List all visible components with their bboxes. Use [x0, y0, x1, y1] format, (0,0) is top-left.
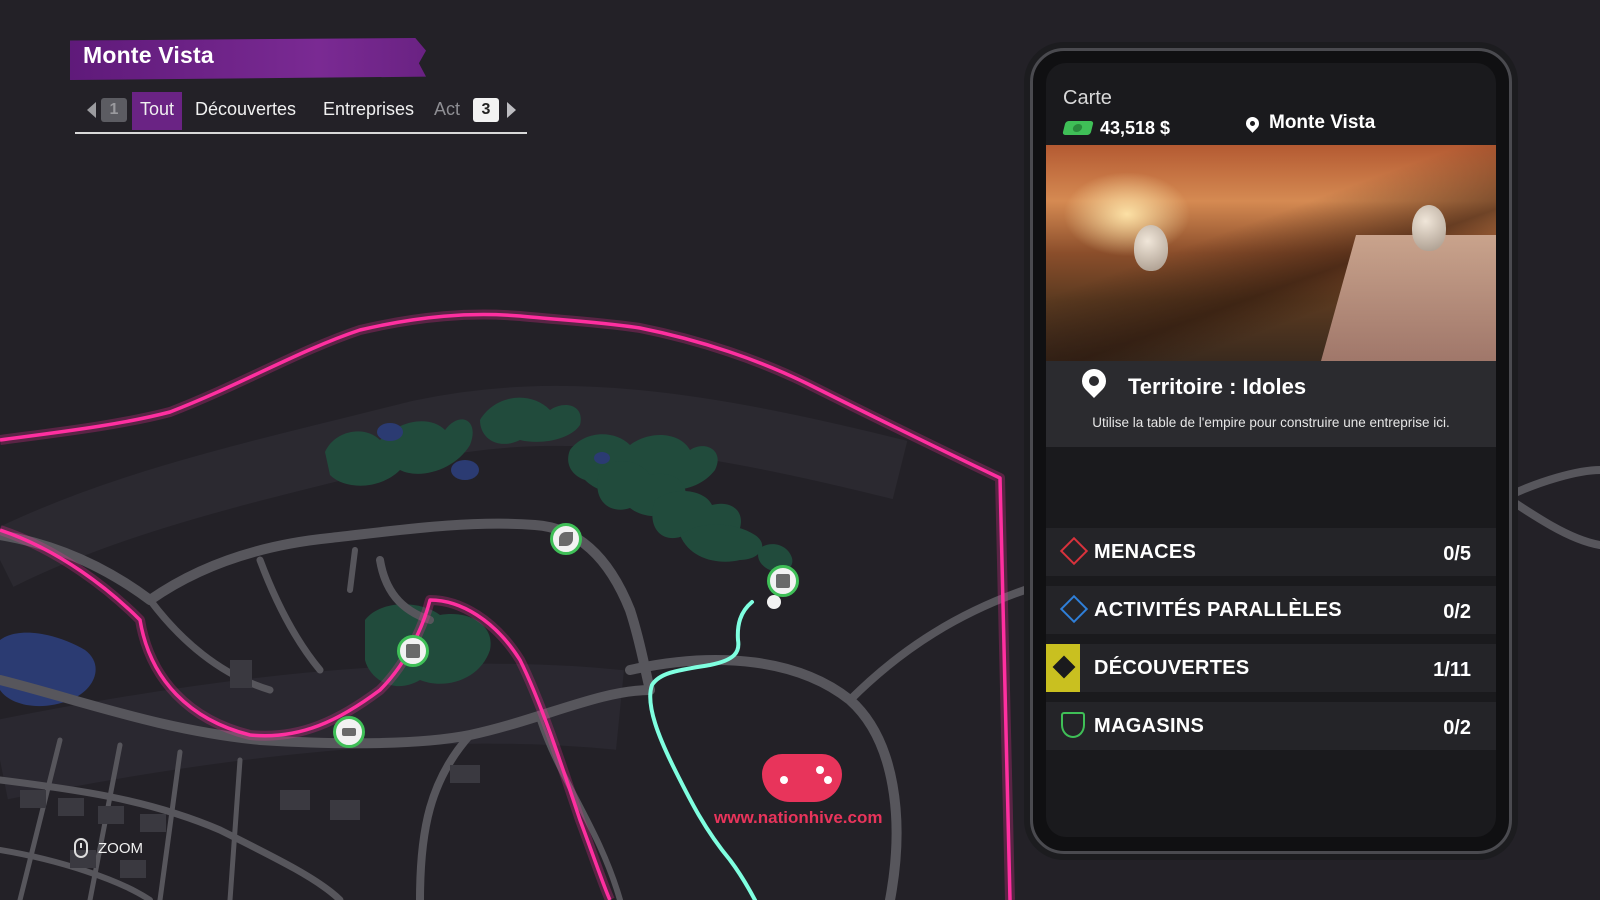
cash-icon	[1062, 121, 1094, 135]
district-title: Monte Vista	[83, 42, 214, 68]
category-label: ACTIVITÉS PARALLÈLES	[1094, 599, 1342, 621]
next-tab-key[interactable]: 3	[473, 98, 499, 122]
map-marker-shirt-icon[interactable]	[767, 565, 799, 597]
category-count: 0/2	[1443, 601, 1471, 623]
district-photo	[1046, 145, 1496, 361]
territory-card: Territoire : Idoles Utilise la table de …	[1046, 361, 1496, 447]
shield-icon	[1061, 712, 1085, 738]
app-title: Carte	[1063, 87, 1112, 109]
category-activites-paralleles[interactable]: ACTIVITÉS PARALLÈLES 0/2	[1046, 586, 1496, 634]
category-label: MAGASINS	[1094, 715, 1205, 737]
zoom-label: ZOOM	[98, 839, 143, 857]
tab-activites[interactable]: Act	[434, 92, 468, 130]
category-magasins[interactable]: MAGASINS 0/2	[1046, 702, 1496, 750]
mouse-icon	[74, 838, 88, 858]
territory-title: Territoire : Idoles	[1128, 374, 1307, 399]
category-count: 0/2	[1443, 717, 1471, 739]
map-marker-bird-icon[interactable]	[550, 523, 582, 555]
money-amount: 43,518 $	[1100, 117, 1171, 138]
category-count: 0/5	[1443, 543, 1471, 565]
prev-tab-key[interactable]: 1	[101, 98, 127, 122]
chevron-right-icon[interactable]	[507, 102, 516, 118]
phone-panel: Carte 43,518 $ Monte Vista Territoire : …	[1030, 48, 1512, 854]
territory-description: Utilise la table de l'empire pour constr…	[1092, 415, 1450, 430]
tab-entreprises[interactable]: Entreprises	[323, 92, 414, 130]
map-marker-shirt-icon[interactable]	[397, 635, 429, 667]
map-pin-icon	[1077, 364, 1111, 398]
map-marker-gun-icon[interactable]	[333, 716, 365, 748]
category-label: MENACES	[1094, 541, 1197, 563]
tab-tout[interactable]: Tout	[132, 92, 183, 130]
money-display: 43,518 $	[1062, 115, 1171, 141]
diamond-icon	[1059, 594, 1089, 624]
location-pin-icon	[1243, 113, 1262, 133]
diamond-icon	[1059, 536, 1089, 566]
category-label: DÉCOUVERTES	[1094, 657, 1250, 679]
gamepad-icon	[762, 754, 842, 802]
category-decouvertes[interactable]: DÉCOUVERTES 1/11	[1046, 644, 1496, 692]
category-count: 1/11	[1433, 659, 1471, 681]
chevron-left-icon[interactable]	[87, 102, 96, 118]
tab-decouvertes[interactable]: Découvertes	[195, 92, 296, 130]
location-display: Monte Vista	[1243, 112, 1376, 134]
tab-bar: 1 Tout Découvertes Entreprises Act 3	[75, 92, 527, 134]
zoom-hint: ZOOM	[74, 838, 143, 858]
watermark-url: www.nationhive.com	[714, 808, 883, 827]
category-menaces[interactable]: MENACES 0/5	[1046, 528, 1496, 576]
location-name: Monte Vista	[1269, 112, 1376, 133]
phone-screen: Carte 43,518 $ Monte Vista Territoire : …	[1046, 63, 1496, 837]
